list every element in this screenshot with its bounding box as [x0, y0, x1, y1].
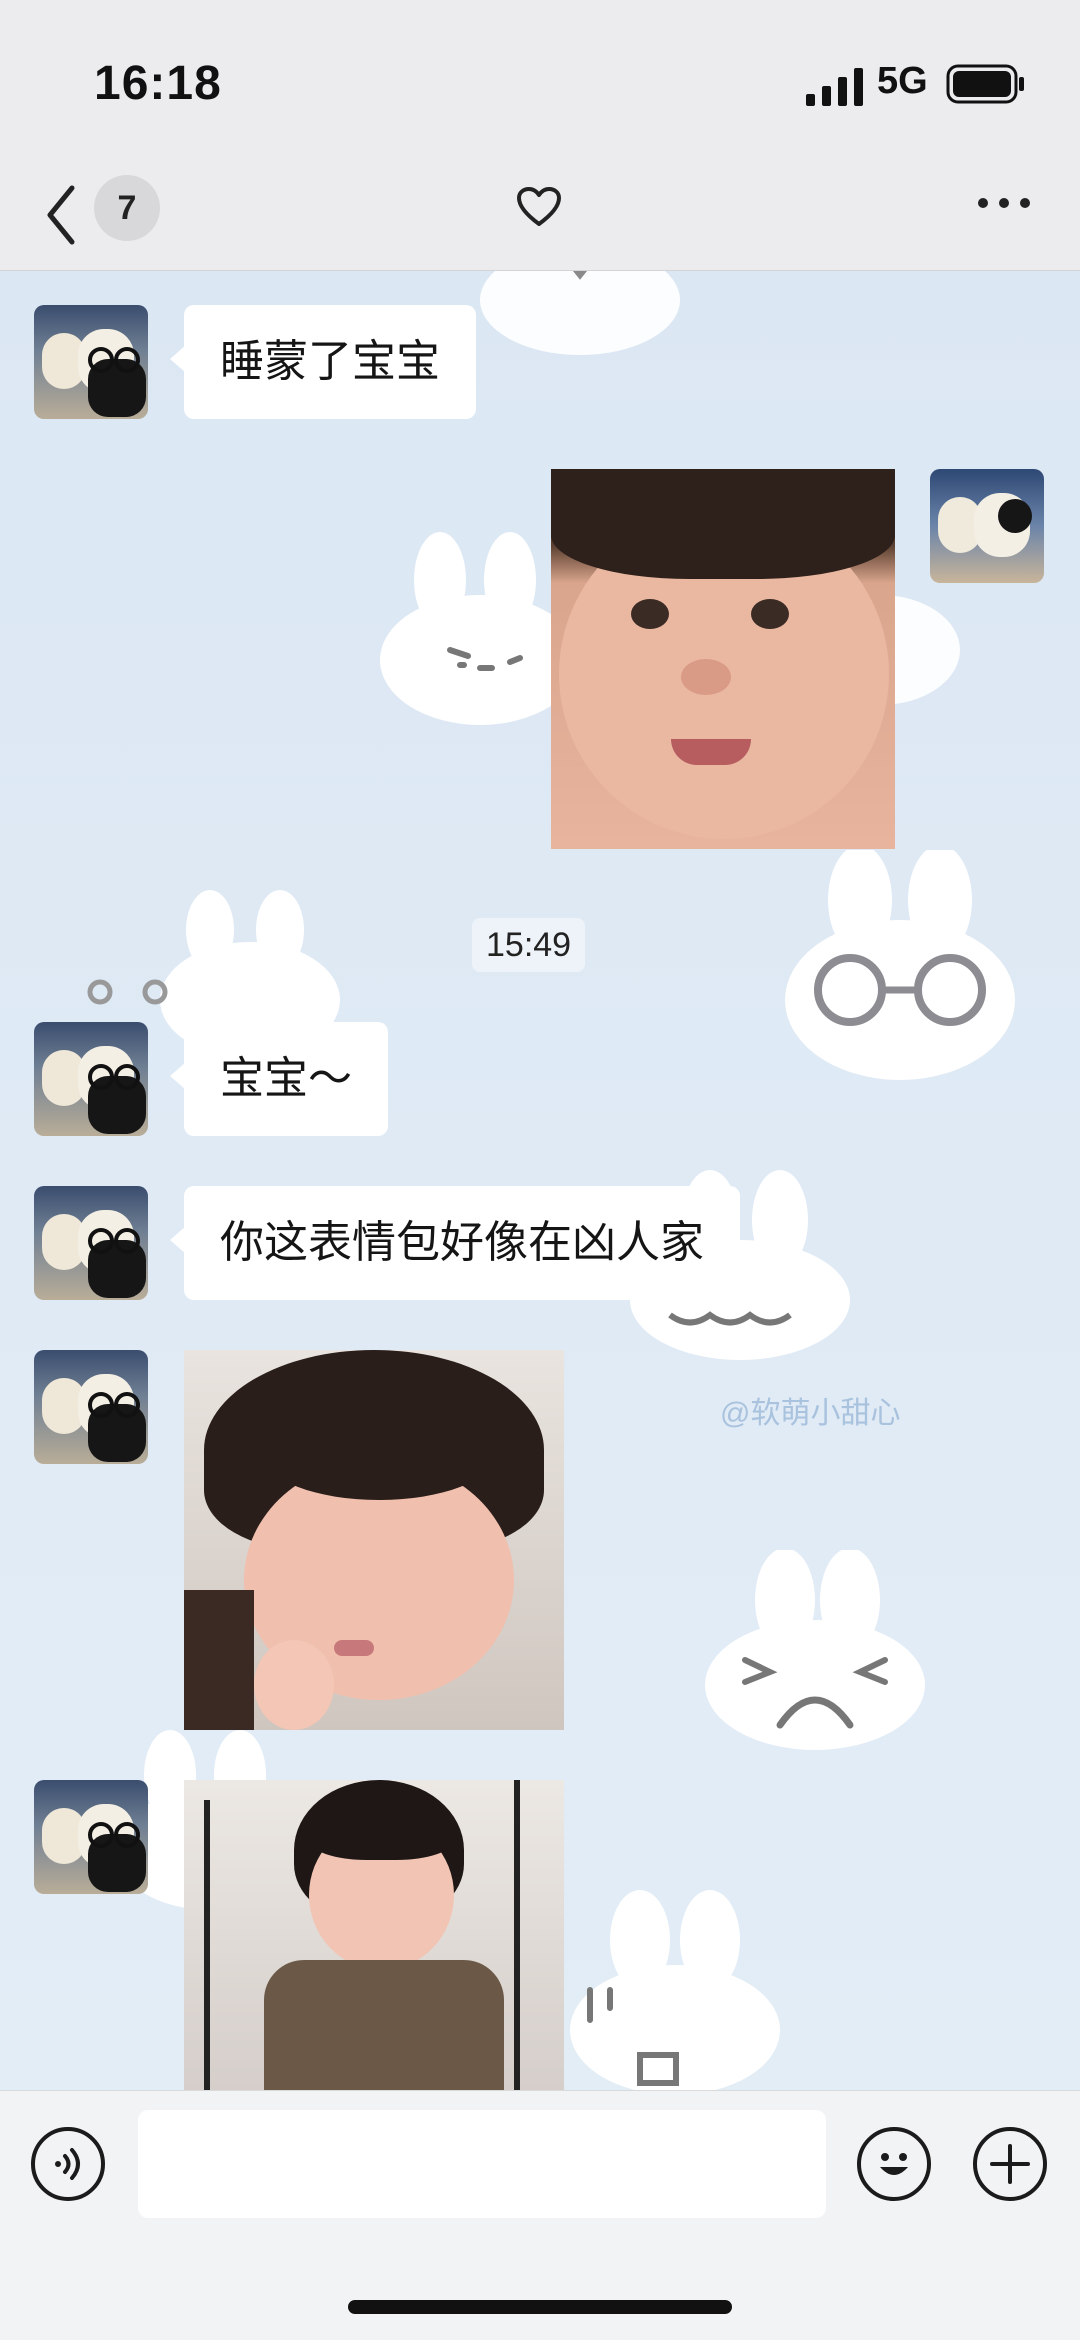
- sticker-image-pouting-baby[interactable]: [184, 1350, 564, 1730]
- contact-avatar[interactable]: [34, 1350, 148, 1464]
- sticker-image-standing-baby[interactable]: [184, 1780, 564, 2090]
- contact-avatar[interactable]: [34, 1780, 148, 1894]
- bunny-doodle-glasses: [785, 850, 1015, 1080]
- plus-button[interactable]: [973, 2127, 1047, 2201]
- bunny-doodle: [480, 270, 680, 355]
- bunny-doodle-crying: [705, 1550, 925, 1750]
- network-type: 5G: [877, 60, 928, 102]
- status-time: 16:18: [94, 57, 222, 110]
- message-bubble[interactable]: 你这表情包好像在凶人家: [170, 1186, 740, 1300]
- contact-avatar[interactable]: [34, 1186, 148, 1300]
- message-bubble[interactable]: 宝宝～: [170, 1022, 388, 1136]
- watermark: @软萌小甜心: [720, 1397, 901, 1430]
- message-input[interactable]: [138, 2110, 826, 2218]
- bunny-doodle: [570, 1890, 780, 2090]
- status-bar: 16:18 5G: [0, 0, 1080, 160]
- heart-icon[interactable]: [516, 186, 562, 228]
- message-bubble[interactable]: 睡蒙了宝宝: [170, 305, 476, 419]
- signal-icon: [806, 68, 863, 106]
- unread-badge[interactable]: 7: [94, 175, 160, 241]
- dots-doodle: [87, 979, 168, 1005]
- more-icon[interactable]: [976, 196, 1032, 210]
- emoji-icon: [880, 2153, 908, 2175]
- contact-avatar[interactable]: [34, 305, 148, 419]
- my-avatar[interactable]: [930, 469, 1044, 583]
- voice-button[interactable]: [31, 2127, 105, 2201]
- plus-icon: [990, 2144, 1030, 2184]
- sticker-image-smiling-baby[interactable]: [551, 469, 895, 849]
- emoji-button[interactable]: [857, 2127, 931, 2201]
- battery-icon: [946, 64, 1024, 104]
- message-timestamp: 15:49: [472, 918, 586, 972]
- back-icon[interactable]: [40, 180, 80, 250]
- voice-icon: [55, 2148, 80, 2180]
- contact-avatar[interactable]: [34, 1022, 148, 1136]
- home-indicator: [348, 2300, 732, 2314]
